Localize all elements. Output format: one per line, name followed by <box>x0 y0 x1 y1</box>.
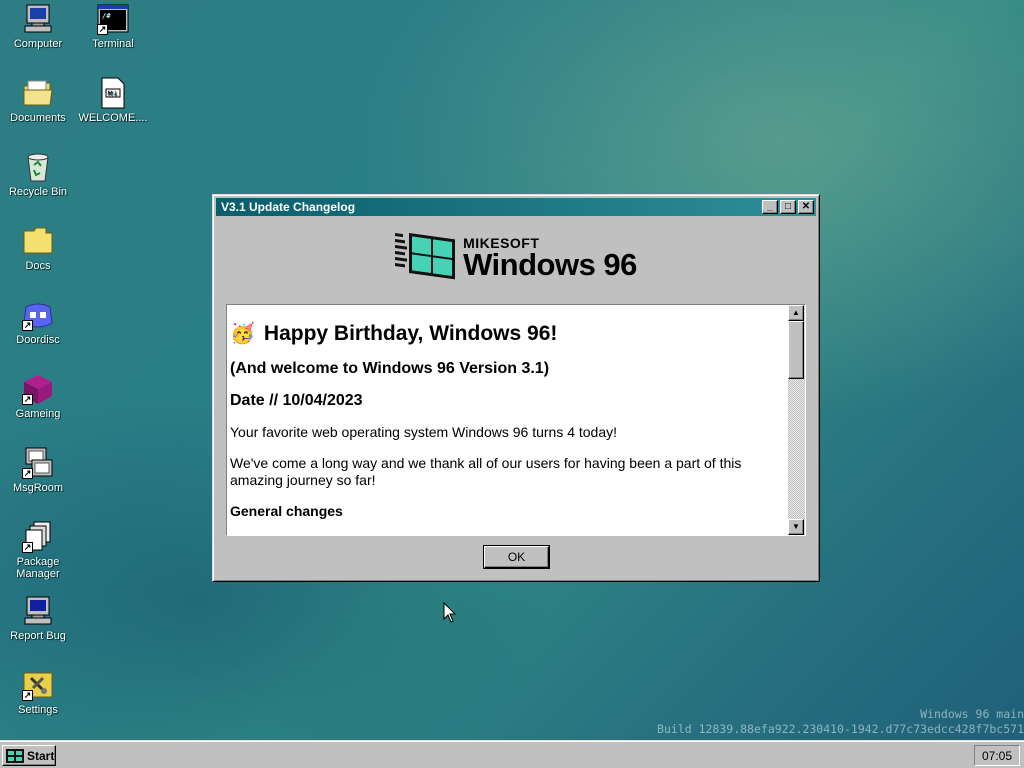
desktop-icon-terminal[interactable]: /# ↗ Terminal <box>76 3 150 50</box>
start-label: Start <box>27 748 55 763</box>
desktop-icon-documents[interactable]: Documents <box>1 77 75 124</box>
start-button[interactable]: Start <box>2 745 56 766</box>
desktop-icon-label: MsgRoom <box>12 482 64 494</box>
heading-text: Happy Birthday, Windows 96! <box>263 321 558 345</box>
desktop-icon-package-manager[interactable]: ↗ Package Manager <box>1 521 75 580</box>
svg-text:/#: /# <box>102 12 111 20</box>
party-emoji-icon: 🥳 <box>230 323 255 345</box>
desktop-icon-computer[interactable]: Computer <box>1 3 75 50</box>
changelog-subheading: (And welcome to Windows 96 Version 3.1) <box>230 360 550 377</box>
desktop-icon-label: Gameing <box>15 408 61 420</box>
desktop-icon-label: Report Bug <box>10 630 66 642</box>
desktop-icon-label: Package Manager <box>16 556 60 580</box>
settings-icon: ↗ <box>22 669 54 701</box>
windows96-logo: MIKESOFT Windows 96 <box>216 216 816 300</box>
taskbar: Start 07:05 <box>0 740 1024 768</box>
scroll-up-button[interactable]: ▲ <box>788 305 804 321</box>
changelog-heading: 🥳 Happy Birthday, Windows 96! <box>230 321 784 346</box>
changelog-paragraph: We've come a long way and we thank all o… <box>230 455 742 488</box>
desktop-icon-label: Doordisc <box>16 334 60 346</box>
scroll-thumb[interactable] <box>788 321 804 379</box>
svg-text:M↓: M↓ <box>108 91 118 98</box>
vertical-scrollbar[interactable]: ▲ ▼ <box>788 305 805 535</box>
desktop-icon-gameing[interactable]: ↗ Gameing <box>1 373 75 420</box>
desktop-icon-recycle-bin[interactable]: Recycle Bin <box>1 151 75 198</box>
desktop-icon-label: Settings <box>18 704 58 716</box>
folder-icon <box>22 77 54 109</box>
doordisc-icon: ↗ <box>22 299 54 331</box>
desktop-icon-doordisc[interactable]: ↗ Doordisc <box>1 299 75 346</box>
maximize-button[interactable]: □ <box>780 200 796 214</box>
desktop-icon-label: Documents <box>10 112 66 124</box>
desktop-icon-report-bug[interactable]: Report Bug <box>1 595 75 642</box>
changelog-date: Date // 10/04/2023 <box>230 392 363 409</box>
desktop-icon-msgroom[interactable]: ↗ MsgRoom <box>1 447 75 494</box>
package-manager-icon: ↗ <box>22 521 54 553</box>
watermark-line: Windows 96 main <box>920 707 1024 721</box>
start-logo-icon <box>6 748 24 763</box>
minimize-button[interactable]: _ <box>762 200 778 214</box>
window-title: V3.1 Update Changelog <box>221 200 356 214</box>
desktop-icon-label: WELCOME.... <box>78 112 148 124</box>
folder-icon <box>22 225 54 257</box>
watermark-line: Build 12839.88efa922.230410-1942.d77c73e… <box>657 722 1024 736</box>
mouse-cursor-icon <box>443 602 457 623</box>
msgroom-icon: ↗ <box>22 447 54 479</box>
desktop-icon-settings[interactable]: ↗ Settings <box>1 669 75 716</box>
changelog-paragraph: Your favorite web operating system Windo… <box>230 424 618 440</box>
markdown-file-icon: M↓ <box>97 77 129 109</box>
changelog-scroll-area[interactable]: 🥳 Happy Birthday, Windows 96! (And welco… <box>227 305 788 535</box>
build-watermark: Windows 96 main Build 12839.88efa922.230… <box>657 707 1024 737</box>
desktop-icon-docs[interactable]: Docs <box>1 225 75 272</box>
computer-icon <box>22 3 54 35</box>
desktop-icon-label: Recycle Bin <box>8 186 68 198</box>
desktop-icon-label: Computer <box>13 38 63 50</box>
changelog-window: V3.1 Update Changelog _ □ ✕ MIKESOFT Win… <box>212 194 820 582</box>
changelog-content[interactable]: 🥳 Happy Birthday, Windows 96! (And welco… <box>226 304 806 536</box>
desktop-icon-label: Docs <box>25 260 51 272</box>
changelog-section-heading: General changes <box>230 503 343 519</box>
desktop-icon-label: Terminal <box>92 38 134 50</box>
ok-button[interactable]: OK <box>484 546 549 568</box>
desktop-icon-welcome[interactable]: M↓ WELCOME.... <box>76 77 150 124</box>
window-titlebar[interactable]: V3.1 Update Changelog _ □ ✕ <box>216 198 816 216</box>
clock-text: 07:05 <box>981 748 1013 763</box>
scroll-down-button[interactable]: ▼ <box>788 519 804 535</box>
windows96-flag-icon <box>395 232 456 280</box>
cube-icon: ↗ <box>22 373 54 405</box>
close-button[interactable]: ✕ <box>798 200 814 214</box>
report-bug-icon <box>22 595 54 627</box>
recycle-bin-icon <box>22 151 54 183</box>
logo-product: Windows 96 <box>463 247 637 282</box>
system-tray-clock[interactable]: 07:05 <box>974 745 1020 766</box>
terminal-icon: /# ↗ <box>97 3 129 35</box>
